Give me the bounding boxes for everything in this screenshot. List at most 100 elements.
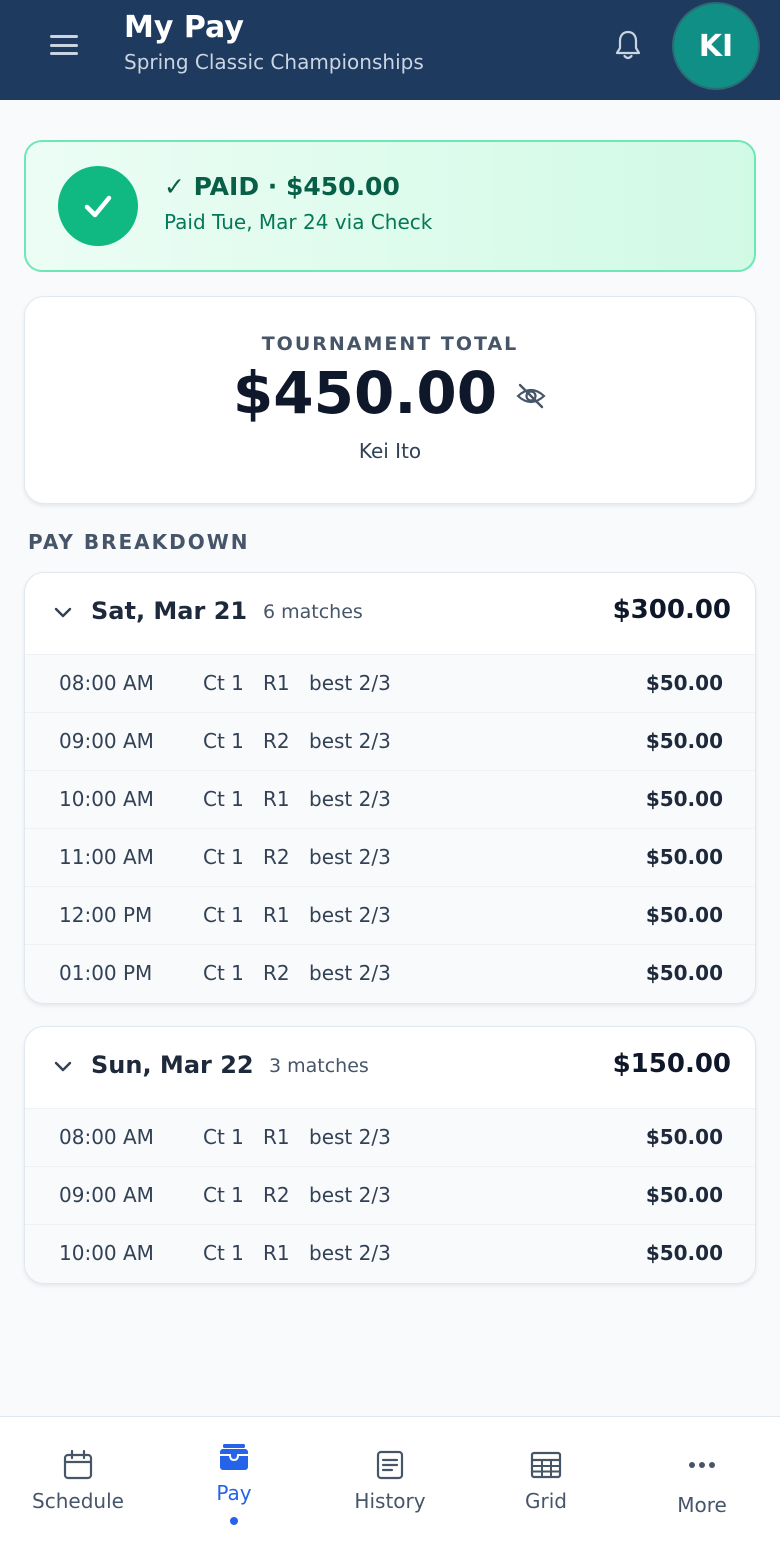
day-header[interactable]: Sat, Mar 21 6 matches $300.00 (25, 573, 755, 655)
match-time: 09:00 AM (59, 1183, 154, 1207)
paid-status-text: ✓ PAID · $450.00 (164, 172, 400, 201)
match-amount: $50.00 (645, 787, 723, 811)
match-format: best 2/3 (309, 1125, 391, 1149)
match-format: best 2/3 (309, 787, 391, 811)
nav-item-pay[interactable]: Pay (156, 1417, 312, 1560)
day-total: $300.00 (612, 595, 731, 625)
nav-label: Schedule (32, 1489, 124, 1513)
day-total: $150.00 (612, 1049, 731, 1079)
match-court: Ct 1 (203, 903, 244, 927)
avatar[interactable]: KI (672, 2, 760, 90)
day-title: Sat, Mar 21 (91, 597, 248, 625)
match-time: 12:00 PM (59, 903, 153, 927)
match-court: Ct 1 (203, 845, 244, 869)
match-amount: $50.00 (645, 845, 723, 869)
table-row: 10:00 AM Ct 1 R1 best 2/3 $50.00 (25, 1225, 755, 1283)
match-time: 10:00 AM (59, 787, 154, 811)
calendar-icon (63, 1449, 93, 1480)
match-time: 11:00 AM (59, 845, 154, 869)
table-row: 09:00 AM Ct 1 R2 best 2/3 $50.00 (25, 1167, 755, 1225)
day-card-sat: Sat, Mar 21 6 matches $300.00 08:00 AM Ct… (24, 572, 756, 1004)
table-row: 08:00 AM Ct 1 R1 best 2/3 $50.00 (25, 1109, 755, 1167)
match-format: best 2/3 (309, 1183, 391, 1207)
match-round: R1 (263, 1125, 290, 1149)
table-row: 01:00 PM Ct 1 R2 best 2/3 $50.00 (25, 945, 755, 1003)
table-row: 10:00 AM Ct 1 R1 best 2/3 $50.00 (25, 771, 755, 829)
match-time: 10:00 AM (59, 1241, 154, 1265)
paid-status-banner: ✓ PAID · $450.00 Paid Tue, Mar 24 via Ch… (24, 140, 756, 272)
menu-icon[interactable] (48, 32, 80, 58)
nav-item-schedule[interactable]: Schedule (0, 1417, 156, 1560)
match-count: 6 matches (263, 601, 363, 623)
total-amount: $450.00 (232, 359, 498, 427)
match-round: R2 (263, 1183, 290, 1207)
total-label: TOURNAMENT TOTAL (261, 333, 519, 355)
match-round: R1 (263, 1241, 290, 1265)
table-row: 12:00 PM Ct 1 R1 best 2/3 $50.00 (25, 887, 755, 945)
match-count: 3 matches (269, 1055, 369, 1077)
bottom-nav: Schedule Pay History Grid More (0, 1416, 780, 1560)
match-round: R1 (263, 903, 290, 927)
match-court: Ct 1 (203, 729, 244, 753)
wallet-icon (220, 1444, 248, 1470)
match-time: 01:00 PM (59, 961, 153, 985)
official-name: Kei Ito (358, 439, 422, 463)
nav-label: Grid (525, 1489, 567, 1513)
nav-label: More (677, 1493, 727, 1517)
bell-icon[interactable] (612, 28, 644, 62)
table-row: 09:00 AM Ct 1 R2 best 2/3 $50.00 (25, 713, 755, 771)
match-court: Ct 1 (203, 671, 244, 695)
match-time: 09:00 AM (59, 729, 154, 753)
total-amount-row: $450.00 (25, 359, 755, 427)
eye-off-icon[interactable] (515, 381, 547, 411)
match-format: best 2/3 (309, 845, 391, 869)
pay-breakdown-heading: PAY BREAKDOWN (28, 530, 250, 554)
match-round: R2 (263, 729, 290, 753)
table-row: 08:00 AM Ct 1 R1 best 2/3 $50.00 (25, 655, 755, 713)
match-format: best 2/3 (309, 729, 391, 753)
active-indicator (230, 1517, 238, 1525)
match-amount: $50.00 (645, 1183, 723, 1207)
match-court: Ct 1 (203, 1125, 244, 1149)
match-round: R2 (263, 961, 290, 985)
match-amount: $50.00 (645, 671, 723, 695)
grid-icon (530, 1451, 562, 1479)
nav-item-more[interactable]: More (624, 1417, 780, 1560)
day-header[interactable]: Sun, Mar 22 3 matches $150.00 (25, 1027, 755, 1109)
page-title: My Pay (124, 10, 244, 45)
match-court: Ct 1 (203, 1241, 244, 1265)
match-format: best 2/3 (309, 903, 391, 927)
match-time: 08:00 AM (59, 671, 154, 695)
match-format: best 2/3 (309, 671, 391, 695)
match-round: R2 (263, 845, 290, 869)
table-row: 11:00 AM Ct 1 R2 best 2/3 $50.00 (25, 829, 755, 887)
nav-label: Pay (216, 1481, 252, 1505)
match-round: R1 (263, 787, 290, 811)
match-format: best 2/3 (309, 961, 391, 985)
match-amount: $50.00 (645, 903, 723, 927)
nav-item-grid[interactable]: Grid (468, 1417, 624, 1560)
chevron-down-icon (54, 1061, 72, 1072)
day-card-sun: Sun, Mar 22 3 matches $150.00 08:00 AM Ct… (24, 1026, 756, 1284)
header-titles: My Pay Spring Classic Championships (124, 10, 424, 74)
tournament-name: Spring Classic Championships (124, 50, 424, 74)
day-title: Sun, Mar 22 (91, 1051, 254, 1079)
nav-item-history[interactable]: History (312, 1417, 468, 1560)
tournament-total-card: TOURNAMENT TOTAL $450.00 Kei Ito (24, 296, 756, 504)
match-time: 08:00 AM (59, 1125, 154, 1149)
match-amount: $50.00 (645, 961, 723, 985)
match-amount: $50.00 (645, 1125, 723, 1149)
app-header: My Pay Spring Classic Championships KI (0, 0, 780, 100)
match-round: R1 (263, 671, 290, 695)
match-court: Ct 1 (203, 961, 244, 985)
match-amount: $50.00 (645, 729, 723, 753)
more-icon (689, 1462, 715, 1468)
match-amount: $50.00 (645, 1241, 723, 1265)
chevron-down-icon (54, 607, 72, 618)
paid-detail-text: Paid Tue, Mar 24 via Check (164, 210, 433, 234)
document-icon (376, 1450, 404, 1480)
match-court: Ct 1 (203, 1183, 244, 1207)
nav-label: History (354, 1489, 426, 1513)
check-circle-icon (58, 166, 138, 246)
match-format: best 2/3 (309, 1241, 391, 1265)
